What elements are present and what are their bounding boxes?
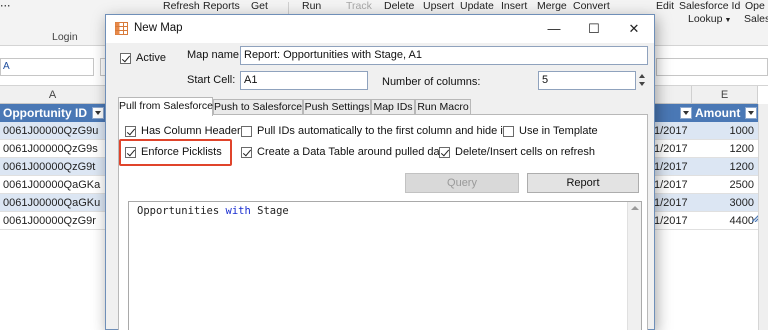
query-button[interactable]: Query (405, 173, 519, 193)
table-row-id[interactable]: 0061J00000QzG9s (0, 140, 106, 158)
ribbon-insert[interactable]: Insert (501, 0, 527, 12)
close-button[interactable]: ✕ (614, 15, 654, 43)
ribbon-get[interactable]: Get (251, 0, 268, 12)
table-row-id[interactable]: 0061J00000QzG9r (0, 212, 106, 230)
header-label: Opportunity ID (3, 106, 87, 120)
formula-input[interactable] (656, 58, 768, 76)
table-icon (115, 22, 128, 35)
pull-ids-checkbox[interactable] (241, 126, 252, 137)
ribbon-run[interactable]: Run (302, 0, 321, 12)
start-cell-input[interactable]: A1 (240, 71, 368, 90)
table-row-amount[interactable]: 4400 (692, 212, 758, 230)
table-row-id[interactable]: 0061J00000QaGKa (0, 176, 106, 194)
table-row-date[interactable]: 1/2017 (652, 212, 692, 230)
table-row-date[interactable]: 1/2017 (652, 122, 692, 140)
query-editor[interactable]: Opportunities with Stage (128, 201, 642, 330)
dialog-titlebar[interactable]: New Map — ☐ ✕ (106, 15, 654, 43)
ribbon-sales[interactable]: Sales (744, 13, 768, 25)
has-column-headers-label: Has Column Headers (141, 125, 247, 137)
table-row-date[interactable]: 1/2017 (652, 158, 692, 176)
ribbon-convert[interactable]: Convert (573, 0, 610, 12)
active-checkbox[interactable] (120, 53, 131, 64)
header-label: Amount (695, 106, 741, 120)
tab-strip: Pull from Salesforce Push to Salesforce … (118, 97, 648, 116)
annotation-highlight-box (119, 139, 232, 166)
tab-pull-from-salesforce[interactable]: Pull from Salesforce (118, 97, 213, 116)
ribbon-lookup[interactable]: Lookup ▼ (688, 13, 731, 25)
num-columns-input[interactable]: 5 (538, 71, 636, 90)
delete-insert-cells-label: Delete/Insert cells on refresh (455, 146, 596, 158)
pull-ids-label: Pull IDs automatically to the first colu… (257, 125, 506, 137)
table-row-id[interactable]: 0061J00000QaGKu (0, 194, 106, 212)
table-row-date[interactable]: 1/2017 (652, 140, 692, 158)
table-row-date[interactable]: 1/2017 (652, 176, 692, 194)
table-row-date[interactable]: 1/2017 (652, 194, 692, 212)
delete-insert-cells-checkbox[interactable] (439, 147, 450, 158)
table-row-amount[interactable]: 1200 (692, 140, 758, 158)
ribbon-track: Track (346, 0, 372, 12)
ribbon-refresh[interactable]: Refresh (163, 0, 200, 12)
has-column-headers-checkbox[interactable] (125, 126, 136, 137)
active-label: Active (136, 52, 166, 64)
ribbon-item-edge[interactable]: ⋯ (0, 0, 11, 12)
create-data-table-label: Create a Data Table around pulled data (257, 146, 449, 158)
spin-arrows-icon[interactable] (636, 71, 648, 90)
tab-push-settings[interactable]: Push Settings (303, 99, 371, 115)
table-row-amount[interactable]: 1200 (692, 158, 758, 176)
report-button[interactable]: Report (527, 173, 639, 193)
table-row-id[interactable]: 0061J00000QzG9t (0, 158, 106, 176)
ribbon-reports[interactable]: Reports (203, 0, 240, 12)
table-row-amount[interactable]: 3000 (692, 194, 758, 212)
num-columns-label: Number of columns: (382, 76, 481, 88)
maximize-button[interactable]: ☐ (574, 15, 614, 43)
tab-push-to-salesforce[interactable]: Push to Salesforce (213, 99, 303, 115)
column-header-a[interactable]: A (0, 86, 106, 104)
tab-run-macro[interactable]: Run Macro (415, 99, 471, 115)
editor-scrollbar[interactable] (627, 202, 641, 330)
use-in-template-label: Use in Template (519, 125, 598, 137)
filter-dropdown-icon[interactable] (745, 107, 757, 119)
create-data-table-checkbox[interactable] (241, 147, 252, 158)
new-map-dialog: New Map — ☐ ✕ Active Map name: Report: O… (105, 14, 655, 330)
table-header-opportunity-id[interactable]: Opportunity ID (0, 104, 106, 122)
minimize-button[interactable]: — (534, 15, 574, 43)
use-in-template-checkbox[interactable] (503, 126, 514, 137)
column-header-e[interactable]: E (692, 86, 758, 104)
query-text: Opportunities with Stage (137, 205, 289, 217)
ribbon-update[interactable]: Update (460, 0, 494, 12)
ribbon-salesforce-id[interactable]: Salesforce Id (679, 0, 740, 12)
map-name-label: Map name: (187, 49, 243, 61)
map-name-input[interactable]: Report: Opportunities with Stage, A1 (240, 46, 648, 65)
sheet-vertical-scrollbar[interactable] (758, 104, 768, 330)
column-header-d[interactable] (652, 86, 692, 104)
name-box[interactable]: A (0, 58, 94, 76)
query-keyword: with (225, 205, 251, 217)
ribbon-upsert[interactable]: Upsert (423, 0, 454, 12)
table-row-amount[interactable]: 2500 (692, 176, 758, 194)
ribbon-ope[interactable]: Ope (745, 0, 765, 12)
ribbon-merge[interactable]: Merge (537, 0, 567, 12)
ribbon-edit[interactable]: Edit (656, 0, 674, 12)
chevron-down-icon: ▼ (724, 17, 732, 24)
filter-dropdown-icon[interactable] (92, 107, 104, 119)
filter-dropdown-icon[interactable] (680, 107, 692, 119)
ribbon-group-login: Login (52, 31, 78, 43)
tab-map-ids[interactable]: Map IDs (371, 99, 415, 115)
ribbon-delete[interactable]: Delete (384, 0, 414, 12)
dialog-title: New Map (134, 22, 183, 34)
table-row-amount[interactable]: 1000 (692, 122, 758, 140)
start-cell-label: Start Cell: (187, 74, 236, 86)
table-row-id[interactable]: 0061J00000QzG9u (0, 122, 106, 140)
